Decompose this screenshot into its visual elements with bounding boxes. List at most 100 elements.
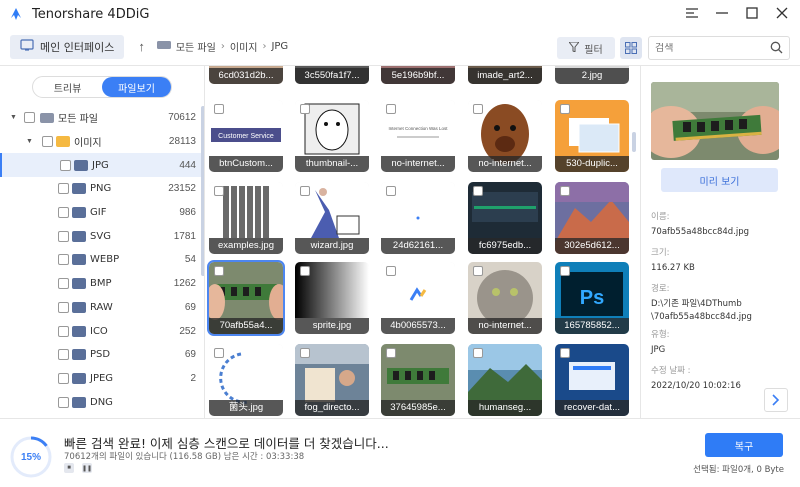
file-checkbox[interactable] [214, 186, 224, 196]
file-thumbnail[interactable]: sprite.jpg [295, 262, 369, 334]
tree-item[interactable]: PNG 23152 [0, 177, 204, 201]
file-name: thumbnail-... [295, 156, 369, 172]
file-thumbnail[interactable]: 4b0065573... [381, 262, 455, 334]
tree-checkbox[interactable] [58, 372, 69, 384]
file-thumbnail[interactable]: Internet Connection Was Lost no-internet.… [381, 100, 455, 172]
sidebar-scrollbar[interactable] [201, 106, 204, 276]
grid-scrollbar[interactable] [632, 132, 636, 152]
file-thumbnail[interactable]: fc6975edb... [468, 182, 542, 254]
tree-item[interactable]: PSD 69 [0, 343, 204, 367]
file-thumbnail[interactable]: no-internet... [468, 100, 542, 172]
file-thumbnail[interactable]: 菌头.jpg [209, 344, 283, 416]
pause-icon[interactable]: ❚❚ [82, 463, 92, 473]
tree-item[interactable]: RAW 69 [0, 296, 204, 320]
svg-text:Internet Connection Was Lost: Internet Connection Was Lost [388, 126, 448, 131]
tree-checkbox[interactable] [58, 183, 69, 195]
tree-item[interactable]: JPEG 2 [0, 367, 204, 391]
file-thumbnail[interactable]: thumbnail-... [295, 100, 369, 172]
file-thumbnail[interactable]: fog_directo... [295, 344, 369, 416]
file-thumbnail[interactable]: 3c550fa1f7... [295, 66, 369, 84]
tree-checkbox[interactable] [58, 207, 69, 219]
file-checkbox[interactable] [386, 104, 396, 114]
file-checkbox[interactable] [300, 186, 310, 196]
file-thumbnail[interactable]: 5e196b9bf... [381, 66, 455, 84]
tree-checkbox[interactable] [58, 325, 69, 337]
home-button[interactable]: 메인 인터페이스 [10, 34, 125, 59]
file-thumbnail[interactable]: Customer Service btnCustom... [209, 100, 283, 172]
file-thumbnail[interactable]: imade_art2... [468, 66, 542, 84]
tree-checkbox[interactable] [58, 349, 69, 361]
tree-checkbox[interactable] [42, 136, 53, 148]
tree-item[interactable]: DNG [0, 390, 204, 414]
tree-checkbox[interactable] [24, 112, 35, 124]
file-thumbnail[interactable]: humanseg... [468, 344, 542, 416]
expand-arrow-icon[interactable]: ▼ [10, 114, 18, 121]
file-checkbox[interactable] [473, 104, 483, 114]
next-arrow-icon[interactable] [764, 388, 788, 412]
file-thumbnail[interactable]: wizard.jpg [295, 182, 369, 254]
file-thumbnail[interactable]: 2.jpg [555, 66, 629, 84]
tab-tree-view[interactable]: 트리뷰 [33, 77, 102, 97]
file-thumbnail[interactable]: 37645985e... [381, 344, 455, 416]
tree-checkbox[interactable] [58, 278, 69, 290]
file-thumbnail[interactable]: 6cd031d2b... [209, 66, 283, 84]
file-name: 3c550fa1f7... [295, 68, 369, 84]
file-thumbnail[interactable]: no-internet... [468, 262, 542, 334]
file-thumbnail[interactable]: 24d62161... [381, 182, 455, 254]
tree-item[interactable]: GIF 986 [0, 201, 204, 225]
file-checkbox[interactable] [386, 348, 396, 358]
file-checkbox[interactable] [473, 186, 483, 196]
file-checkbox[interactable] [473, 348, 483, 358]
close-icon[interactable] [774, 4, 790, 22]
file-name: imade_art2... [468, 68, 542, 84]
breadcrumb-item[interactable]: 모든 파일 [176, 39, 216, 54]
tree-item[interactable]: JPG 444 [0, 153, 204, 178]
file-checkbox[interactable] [386, 186, 396, 196]
file-checkbox[interactable] [560, 104, 570, 114]
meta-path-value-2: \70afb55a48bcc84d.jpg [651, 312, 752, 322]
tree-item[interactable]: ICO 252 [0, 319, 204, 343]
file-thumbnail[interactable]: 302e5d612... [555, 182, 629, 254]
tree-checkbox[interactable] [58, 396, 69, 408]
file-thumbnail[interactable]: 530-duplic... [555, 100, 629, 172]
minimize-icon[interactable] [714, 4, 730, 22]
tree-item[interactable]: BMP 1262 [0, 272, 204, 296]
tab-file-view[interactable]: 파일보기 [102, 77, 171, 97]
tree-item[interactable]: SVG 1781 [0, 224, 204, 248]
file-checkbox[interactable] [386, 266, 396, 276]
tree-checkbox[interactable] [58, 301, 69, 313]
file-checkbox[interactable] [214, 348, 224, 358]
tree-item[interactable]: ▼ 이미지 28113 [0, 130, 204, 154]
file-checkbox[interactable] [473, 266, 483, 276]
search-input[interactable] [655, 42, 765, 54]
file-checkbox[interactable] [300, 104, 310, 114]
filter-button[interactable]: 필터 [557, 37, 615, 59]
breadcrumb-item[interactable]: 이미지 [230, 39, 258, 54]
file-checkbox[interactable] [300, 266, 310, 276]
file-checkbox[interactable] [214, 266, 224, 276]
tree-checkbox[interactable] [58, 230, 69, 242]
file-checkbox[interactable] [214, 104, 224, 114]
file-checkbox[interactable] [560, 266, 570, 276]
grid-view-icon[interactable] [620, 37, 642, 59]
file-thumbnail[interactable]: Ps 165785852... [555, 262, 629, 334]
search-icon[interactable] [770, 41, 783, 57]
tree-item[interactable]: ▼ 모든 파일 70612 [0, 106, 204, 130]
expand-arrow-icon[interactable]: ▼ [26, 138, 34, 145]
tree-checkbox[interactable] [58, 254, 69, 266]
file-thumbnail[interactable]: recover-dat... [555, 344, 629, 416]
maximize-icon[interactable] [744, 4, 760, 22]
tree-item[interactable]: WEBP 54 [0, 248, 204, 272]
file-thumbnail[interactable]: 70afb55a4... [207, 260, 285, 336]
stop-icon[interactable]: ■ [64, 463, 74, 473]
file-checkbox[interactable] [300, 348, 310, 358]
menu-icon[interactable] [684, 4, 700, 22]
breadcrumb-item[interactable]: JPG [271, 41, 288, 52]
tree-checkbox[interactable] [60, 159, 71, 171]
file-thumbnail[interactable]: examples.jpg [209, 182, 283, 254]
file-checkbox[interactable] [560, 348, 570, 358]
file-checkbox[interactable] [560, 186, 570, 196]
up-arrow-icon[interactable]: ↑ [138, 39, 145, 54]
recover-button[interactable]: 복구 [705, 433, 783, 457]
preview-button[interactable]: 미리 보기 [661, 168, 778, 192]
